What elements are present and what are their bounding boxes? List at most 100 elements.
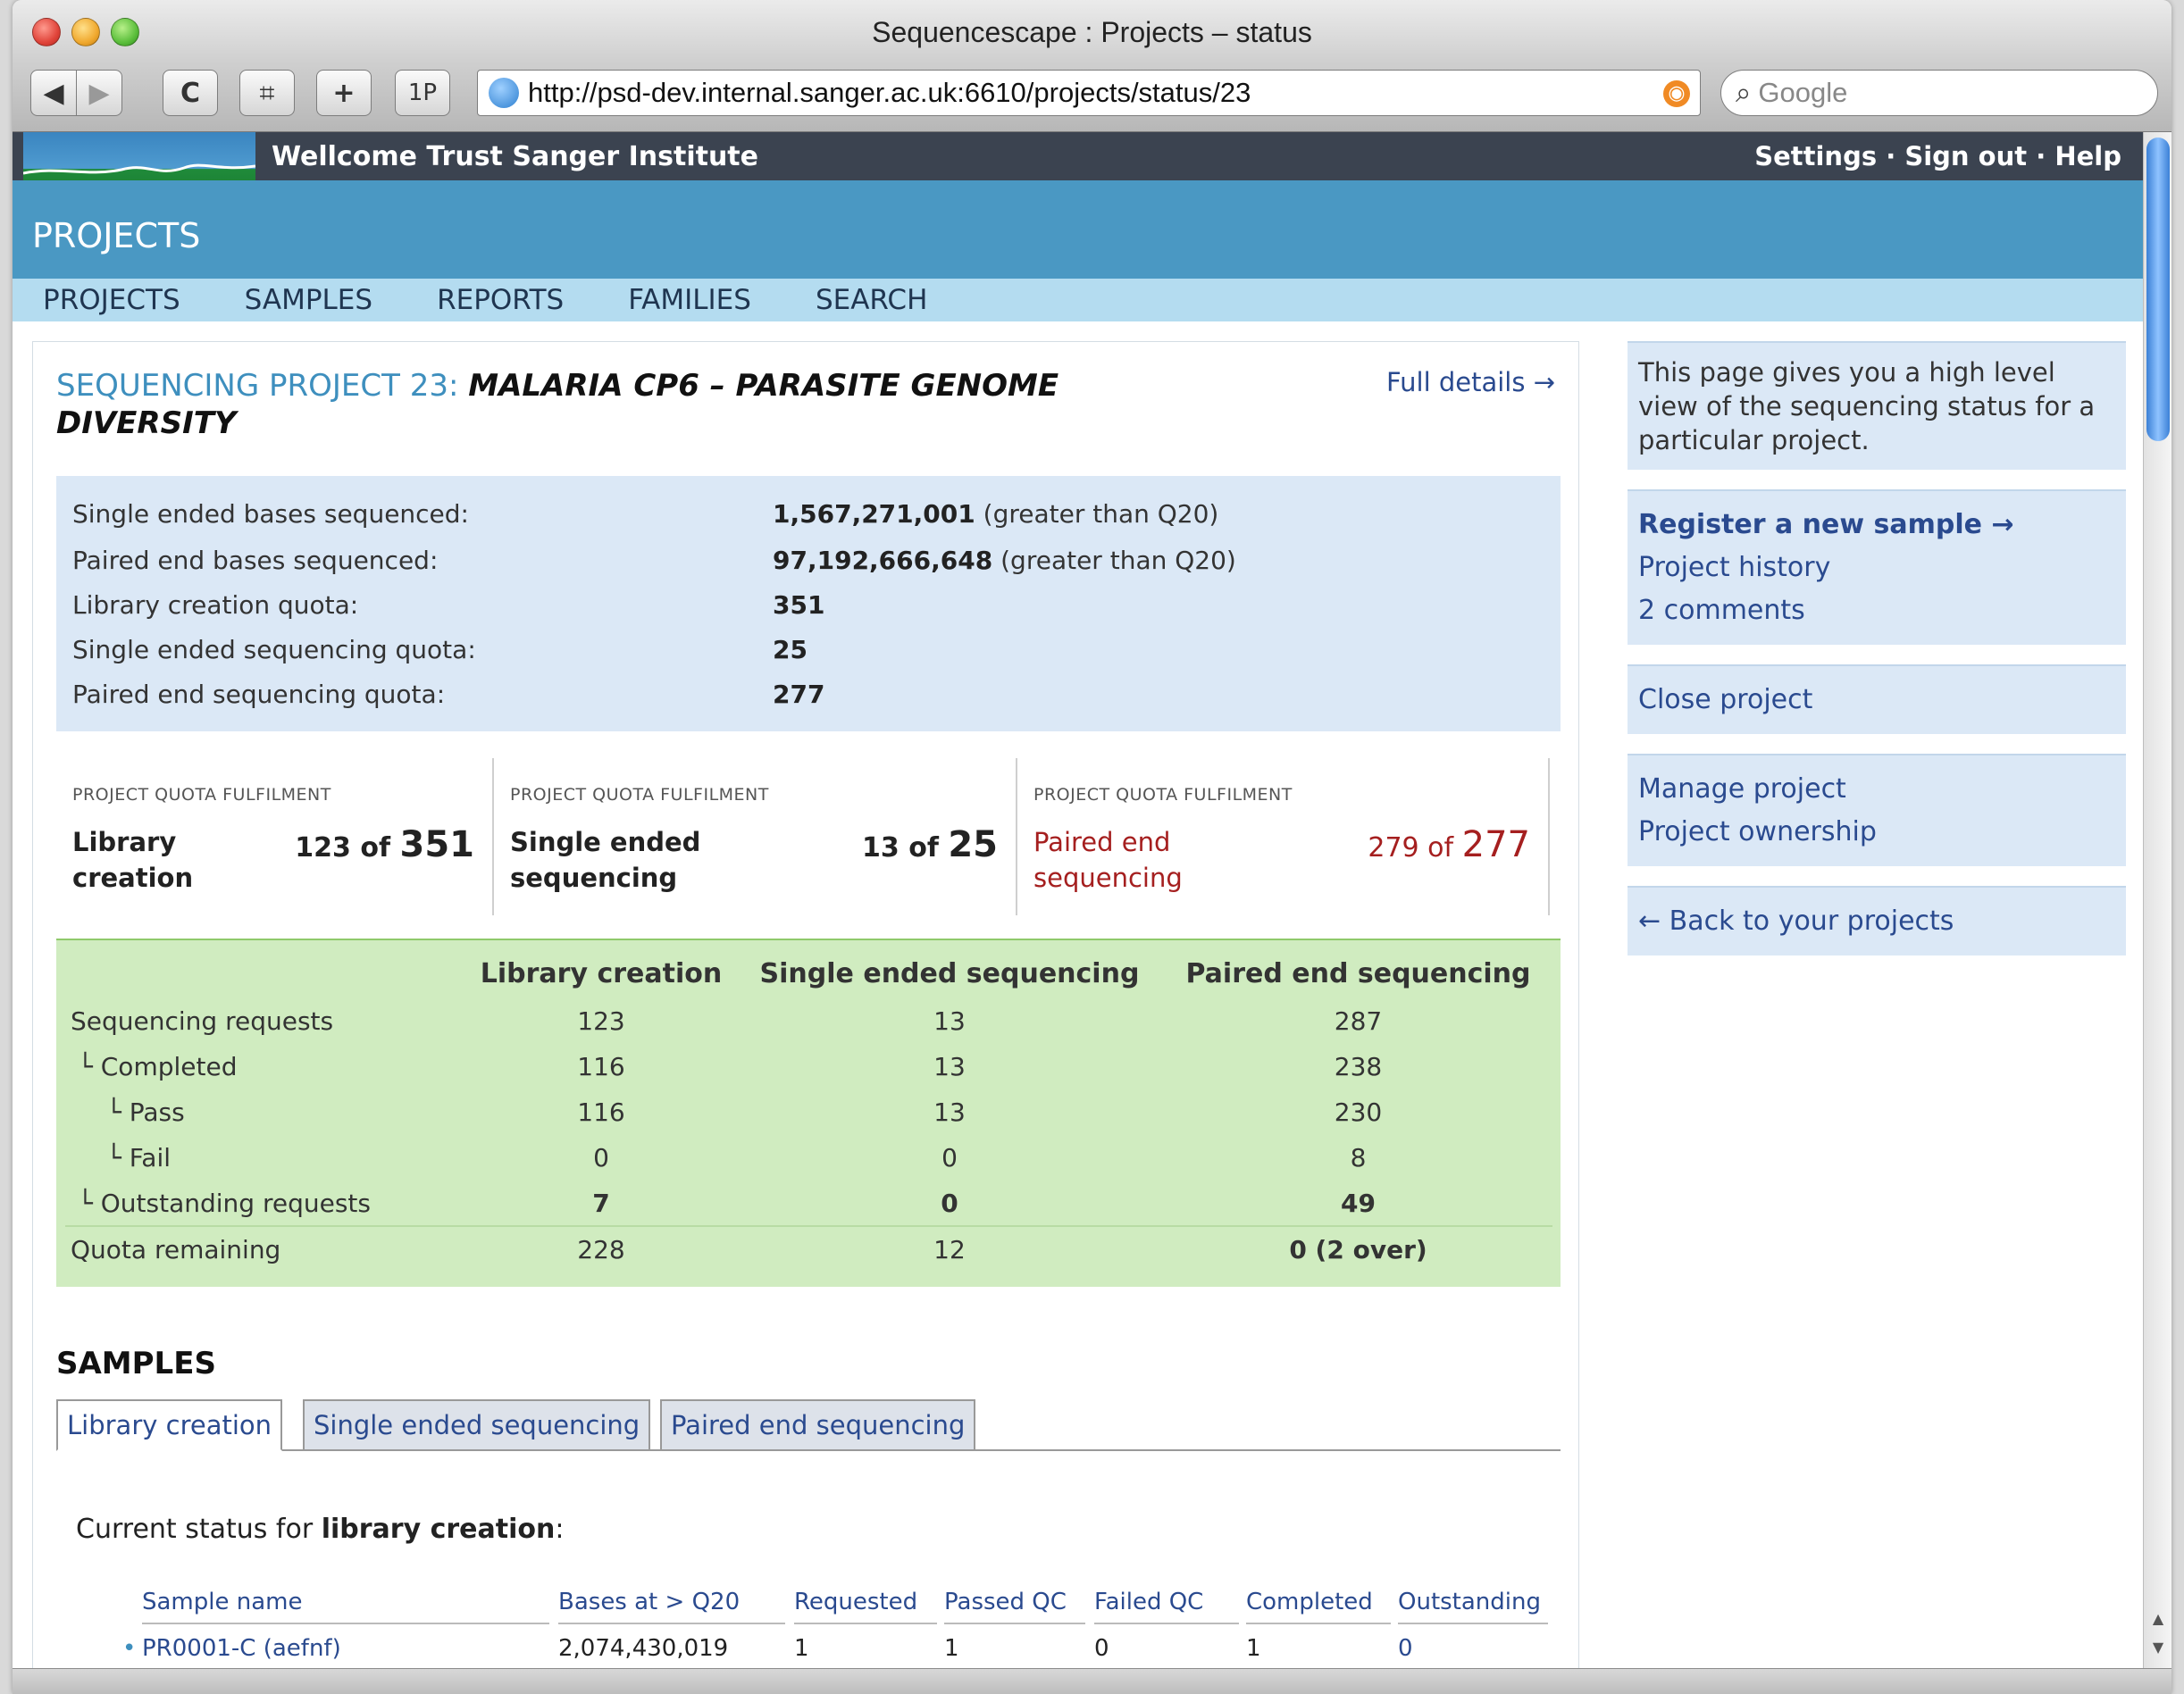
sample-outstanding[interactable]: 0	[1398, 1635, 1413, 1662]
main-nav: PROJECTS SAMPLES REPORTS FAMILIES SEARCH	[13, 279, 2143, 321]
nav-samples[interactable]: SAMPLES	[245, 284, 372, 316]
stat-number: 97,192,666,648	[773, 546, 993, 575]
reload-button[interactable]: C	[163, 70, 218, 116]
summary-cell: 8	[1350, 1143, 1367, 1172]
tab-single-ended[interactable]: Single ended sequencing	[303, 1399, 651, 1451]
samples-heading: SAMPLES	[56, 1346, 216, 1381]
quota-heading: PROJECT QUOTA FULFILMENT	[510, 785, 769, 805]
project-history-link[interactable]: Project history	[1638, 547, 2115, 589]
col-outstanding[interactable]: Outstanding	[1398, 1589, 1548, 1624]
row-bullet: •	[122, 1635, 137, 1662]
section-band: PROJECTS	[13, 180, 2143, 279]
search-icon: ⌕	[1736, 76, 1752, 108]
stat-value: 25	[773, 635, 807, 664]
summary-cell: 0	[593, 1143, 609, 1172]
scrollbar-thumb[interactable]	[2146, 138, 2170, 441]
project-ownership-link[interactable]: Project ownership	[1638, 811, 2115, 854]
sign-out-link[interactable]: Sign out	[1904, 141, 2027, 171]
quota-value-over: 279 of 277	[1368, 824, 1530, 865]
summary-cell: 230	[1334, 1097, 1383, 1127]
summary-cell: 7	[592, 1188, 610, 1218]
project-name-line2: DIVERSITY	[56, 405, 237, 441]
summary-cell: 0	[941, 1143, 958, 1172]
comments-link[interactable]: 2 comments	[1638, 589, 2115, 632]
add-bookmark-button[interactable]: +	[316, 70, 372, 116]
summary-label: └ Outstanding requests	[78, 1188, 371, 1218]
full-details-link[interactable]: Full details →	[1386, 367, 1555, 397]
stat-label: Single ended bases sequenced:	[72, 499, 469, 529]
stat-number: 351	[773, 590, 825, 620]
sample-name-link[interactable]: PR0001-C (aefnf)	[142, 1635, 341, 1662]
summary-cell: 116	[577, 1052, 625, 1081]
rss-icon[interactable]: ◉	[1663, 80, 1690, 107]
summary-label: Quota remaining	[65, 1225, 467, 1272]
status-suffix: :	[555, 1514, 565, 1545]
vertical-scrollbar[interactable]: ▲ ▼	[2143, 132, 2171, 1668]
stat-note: (greater than Q20)	[983, 499, 1219, 529]
settings-link[interactable]: Settings	[1754, 141, 1877, 171]
summary-table: Library creation Single ended sequencing…	[65, 940, 1552, 1272]
scroll-down-arrow[interactable]: ▼	[2144, 1634, 2171, 1661]
sidebar-back: ← Back to your projects	[1628, 886, 2126, 955]
summary-cell: 13	[933, 1006, 966, 1036]
back-to-projects-link[interactable]: ← Back to your projects	[1638, 900, 2115, 943]
address-bar[interactable]: http://psd-dev.internal.sanger.ac.uk:661…	[477, 70, 1701, 116]
sample-failed: 0	[1094, 1635, 1109, 1662]
summary-cell: 12	[735, 1225, 1164, 1272]
stat-value: 351	[773, 590, 824, 620]
title-bar: Sequencescape : Projects – status	[13, 0, 2171, 63]
col-failed-qc[interactable]: Failed QC	[1094, 1589, 1239, 1624]
link-separator: ·	[2036, 141, 2046, 171]
quota-value: 13 of 25	[862, 824, 998, 865]
current-status-text: Current status for library creation:	[76, 1514, 564, 1545]
close-project-link[interactable]: Close project	[1638, 679, 2115, 722]
stat-label: Library creation quota:	[72, 590, 359, 620]
col-passed-qc[interactable]: Passed QC	[944, 1589, 1085, 1624]
summary-cell: 228	[467, 1225, 735, 1272]
quota-name: Paired end sequencing	[1033, 827, 1183, 893]
sample-completed: 1	[1246, 1635, 1261, 1662]
register-sample-link[interactable]: Register a new sample →	[1638, 504, 2115, 547]
summary-cell: 238	[1334, 1052, 1383, 1081]
summary-cell: 116	[577, 1097, 625, 1127]
institute-name: Wellcome Trust Sanger Institute	[272, 141, 758, 172]
stat-value: 97,192,666,648 (greater than Q20)	[773, 546, 1236, 575]
summary-row: Sequencing requests 123 13 287	[65, 998, 1552, 1044]
tab-library-creation[interactable]: Library creation	[56, 1399, 283, 1451]
summary-row: └ Outstanding requests 7 0 49	[65, 1181, 1552, 1226]
nav-projects[interactable]: PROJECTS	[43, 284, 180, 316]
nav-families[interactable]: FAMILIES	[628, 284, 751, 316]
stat-label: Paired end bases sequenced:	[72, 546, 439, 575]
summary-cell: 287	[1334, 1006, 1383, 1036]
tab-paired-end[interactable]: Paired end sequencing	[660, 1399, 976, 1451]
back-button[interactable]: ◀	[30, 70, 77, 116]
col-completed[interactable]: Completed	[1246, 1589, 1391, 1624]
help-link[interactable]: Help	[2054, 141, 2121, 171]
status-bar	[13, 1668, 2171, 1694]
manage-project-link[interactable]: Manage project	[1638, 768, 2115, 811]
summary-table-box: Library creation Single ended sequencing…	[56, 939, 1561, 1287]
col-sample-name[interactable]: Sample name	[142, 1589, 549, 1624]
page-title: SEQUENCING PROJECT 23: MALARIA CP6 – PAR…	[56, 367, 1128, 442]
summary-row: └ Fail 0 0 8	[65, 1135, 1552, 1181]
nav-reports[interactable]: REPORTS	[437, 284, 564, 316]
forward-button[interactable]: ▶	[76, 70, 122, 116]
summary-header: Single ended sequencing	[759, 958, 1140, 989]
window-title: Sequencescape : Projects – status	[872, 16, 1312, 48]
summary-cell: 13	[933, 1097, 966, 1127]
sample-bases: 2,074,430,019	[558, 1635, 729, 1662]
nav-search[interactable]: SEARCH	[816, 284, 927, 316]
summary-header-row: Library creation Single ended sequencing…	[65, 940, 1552, 998]
col-bases[interactable]: Bases at > Q20	[558, 1589, 785, 1624]
sidebar-close: Close project	[1628, 664, 2126, 734]
project-name-line1: MALARIA CP6 – PARASITE GENOME	[468, 368, 1059, 404]
summary-row: └ Completed 116 13 238	[65, 1044, 1552, 1089]
summary-row: └ Pass 116 13 230	[65, 1089, 1552, 1135]
col-requested[interactable]: Requested	[794, 1589, 937, 1624]
snapback-button[interactable]: ⌗	[239, 70, 295, 116]
scroll-up-arrow[interactable]: ▲	[2144, 1606, 2171, 1632]
link-separator: ·	[1886, 141, 1896, 171]
search-field[interactable]: ⌕ Google	[1720, 70, 2158, 116]
summary-label: └ Fail	[106, 1143, 172, 1172]
onepassword-button[interactable]: 1P	[395, 70, 450, 116]
